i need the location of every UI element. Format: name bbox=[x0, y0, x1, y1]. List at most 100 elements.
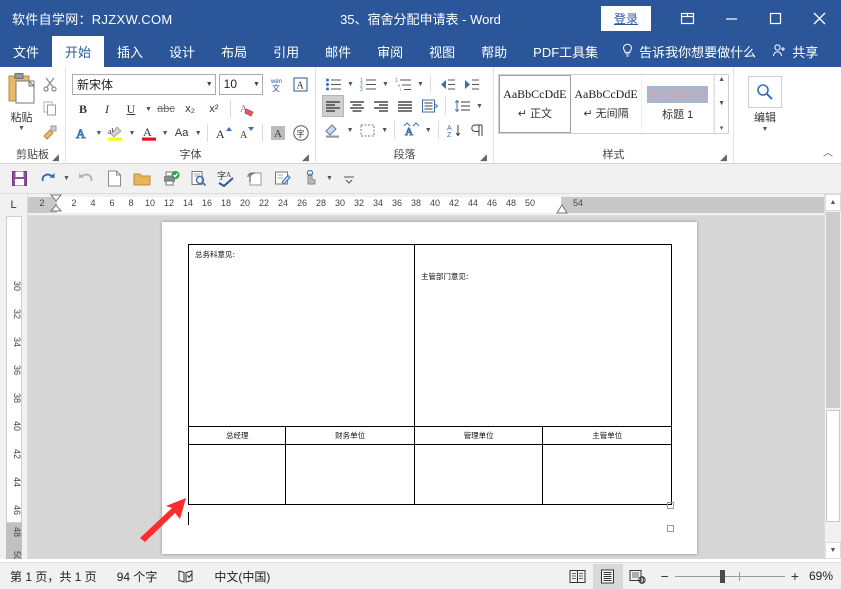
undo-icon[interactable] bbox=[34, 167, 60, 191]
new-document-icon[interactable] bbox=[101, 167, 127, 191]
scrollbar-thumb[interactable] bbox=[826, 212, 840, 408]
maximize-icon[interactable] bbox=[753, 0, 797, 36]
tell-me-box[interactable]: 告诉我你想要做什么 bbox=[611, 36, 766, 67]
style-gallery-scroll[interactable]: ▲ ▼ ▾ bbox=[714, 75, 728, 133]
tab-mailings[interactable]: 邮件 bbox=[312, 36, 364, 67]
quick-print-icon[interactable] bbox=[157, 167, 183, 191]
shading-chevron-down-icon[interactable]: ▼ bbox=[346, 127, 355, 134]
zoom-in-button[interactable]: + bbox=[791, 568, 799, 584]
document-page[interactable]: 总务科意见: 主管部门意见: 总经理 财务单位 管理单位 主管单位 bbox=[162, 222, 697, 554]
grow-font-icon[interactable]: A bbox=[213, 122, 234, 144]
numbering-chevron-down-icon[interactable]: ▼ bbox=[381, 81, 390, 88]
attach-file-icon[interactable] bbox=[241, 167, 267, 191]
shading-icon[interactable] bbox=[322, 119, 344, 141]
tab-file[interactable]: 文件 bbox=[0, 36, 52, 67]
right-indent-marker[interactable] bbox=[556, 203, 569, 214]
font-size-chevron-down-icon[interactable]: ▼ bbox=[249, 81, 260, 88]
find-magnifier-icon[interactable] bbox=[748, 76, 782, 108]
justify-icon[interactable] bbox=[394, 95, 416, 117]
style-item-no-spacing[interactable]: AaBbCcDdE ↵ 无间隔 bbox=[571, 75, 643, 133]
share-button[interactable]: 共享 bbox=[766, 36, 830, 67]
clear-formatting-icon[interactable]: A bbox=[236, 98, 258, 120]
enclose-character-icon[interactable]: 字 bbox=[290, 122, 311, 144]
close-icon[interactable] bbox=[797, 0, 841, 36]
align-right-icon[interactable] bbox=[370, 95, 392, 117]
multilevel-chevron-down-icon[interactable]: ▼ bbox=[416, 81, 425, 88]
bullet-list-icon[interactable] bbox=[322, 73, 344, 95]
style-item-normal[interactable]: AaBbCcDdE ↵ 正文 bbox=[499, 75, 571, 133]
table-cell-supervisor-unit[interactable]: 主管单位 bbox=[543, 427, 672, 445]
spelling-check-icon[interactable]: 字A bbox=[213, 167, 239, 191]
font-name-combobox[interactable]: 新宋体 ▼ bbox=[72, 74, 216, 95]
undo-chevron-down-icon[interactable]: ▼ bbox=[62, 175, 71, 182]
text-effects-icon[interactable]: A bbox=[72, 122, 93, 144]
paragraph-dialog-launcher[interactable]: ◢ bbox=[480, 152, 490, 162]
tab-layout[interactable]: 布局 bbox=[208, 36, 260, 67]
zoom-slider[interactable] bbox=[675, 576, 785, 577]
copy-icon[interactable] bbox=[39, 97, 61, 119]
subscript-button[interactable]: x₂ bbox=[179, 98, 201, 120]
scrollbar-lower-track[interactable] bbox=[826, 410, 840, 522]
phonetic-guide-icon[interactable]: wén文 bbox=[266, 73, 287, 95]
collapse-ribbon-icon[interactable]: ︿ bbox=[823, 144, 833, 159]
horizontal-ruler[interactable]: 2 2 4 6 8 10 12 14 16 18 20 22 24 26 28 … bbox=[28, 194, 824, 216]
tab-stop-selector[interactable]: L bbox=[0, 194, 28, 216]
align-left-icon[interactable] bbox=[322, 95, 344, 117]
tab-help[interactable]: 帮助 bbox=[468, 36, 520, 67]
underline-chevron-down-icon[interactable]: ▼ bbox=[144, 106, 153, 113]
borders-icon[interactable] bbox=[357, 119, 379, 141]
font-color-chevron-down-icon[interactable]: ▼ bbox=[161, 130, 169, 137]
tab-pdf-tools[interactable]: PDF工具集 bbox=[520, 36, 611, 67]
table-cell-finance-unit[interactable]: 财务单位 bbox=[286, 427, 415, 445]
asian-layout-icon[interactable]: A bbox=[400, 119, 422, 141]
read-mode-view[interactable] bbox=[563, 564, 593, 589]
format-painter-icon[interactable] bbox=[39, 121, 61, 143]
table-cell-department-opinion[interactable]: 主管部门意见: bbox=[414, 245, 671, 427]
word-count[interactable]: 94 个字 bbox=[107, 568, 168, 585]
scroll-down-icon[interactable]: ▼ bbox=[825, 542, 841, 559]
edit-document-icon[interactable] bbox=[269, 167, 295, 191]
bullets-chevron-down-icon[interactable]: ▼ bbox=[346, 81, 355, 88]
cut-icon[interactable] bbox=[39, 73, 61, 95]
customize-qat-icon[interactable] bbox=[336, 167, 362, 191]
borders-chevron-down-icon[interactable]: ▼ bbox=[380, 127, 389, 134]
print-layout-view[interactable] bbox=[593, 564, 623, 589]
change-case-button[interactable]: Aa bbox=[171, 122, 192, 144]
font-name-chevron-down-icon[interactable]: ▼ bbox=[202, 81, 213, 88]
zoom-slider-thumb[interactable] bbox=[720, 570, 725, 583]
underline-button[interactable]: U bbox=[120, 98, 142, 120]
vertical-scrollbar[interactable]: ▲ ▼ bbox=[824, 194, 841, 559]
text-highlight-icon[interactable]: ab bbox=[105, 122, 126, 144]
language-indicator[interactable]: 中文(中国) bbox=[204, 568, 280, 585]
tab-references[interactable]: 引用 bbox=[260, 36, 312, 67]
change-case-chevron-down-icon[interactable]: ▼ bbox=[194, 130, 202, 137]
tab-home[interactable]: 开始 bbox=[52, 36, 104, 67]
style-item-heading1[interactable]: AABBCCI 标题 1 bbox=[642, 75, 714, 133]
asian-layout-chevron-down-icon[interactable]: ▼ bbox=[424, 127, 433, 134]
shrink-font-icon[interactable]: A bbox=[236, 122, 257, 144]
zoom-level-label[interactable]: 69% bbox=[807, 569, 841, 583]
line-spacing-icon[interactable] bbox=[451, 95, 473, 117]
tab-insert[interactable]: 插入 bbox=[104, 36, 156, 67]
tab-design[interactable]: 设计 bbox=[156, 36, 208, 67]
minimize-icon[interactable] bbox=[709, 0, 753, 36]
numbered-list-icon[interactable]: 123 bbox=[357, 73, 379, 95]
save-icon[interactable] bbox=[6, 167, 32, 191]
table-cell-management-unit-sign[interactable] bbox=[414, 445, 543, 505]
font-dialog-launcher[interactable]: ◢ bbox=[302, 152, 312, 162]
styles-dialog-launcher[interactable]: ◢ bbox=[720, 152, 730, 162]
strikethrough-button[interactable]: abc bbox=[155, 98, 177, 120]
style-scroll-down-icon[interactable]: ▼ bbox=[718, 100, 725, 107]
character-shading-icon[interactable]: A bbox=[268, 122, 289, 144]
font-size-combobox[interactable]: 10 ▼ bbox=[219, 74, 263, 95]
proofing-errors-icon[interactable] bbox=[167, 569, 204, 584]
align-center-icon[interactable] bbox=[346, 95, 368, 117]
zoom-control[interactable]: − + bbox=[653, 568, 807, 584]
bold-button[interactable]: B bbox=[72, 98, 94, 120]
touch-mode-chevron-down-icon[interactable]: ▼ bbox=[325, 175, 334, 182]
sort-icon[interactable]: AZ bbox=[444, 119, 466, 141]
document-table[interactable]: 总务科意见: 主管部门意见: 总经理 财务单位 管理单位 主管单位 bbox=[188, 244, 672, 505]
increase-indent-icon[interactable] bbox=[460, 73, 482, 95]
style-scroll-up-icon[interactable]: ▲ bbox=[718, 76, 725, 83]
table-cell-management-unit[interactable]: 管理单位 bbox=[414, 427, 543, 445]
